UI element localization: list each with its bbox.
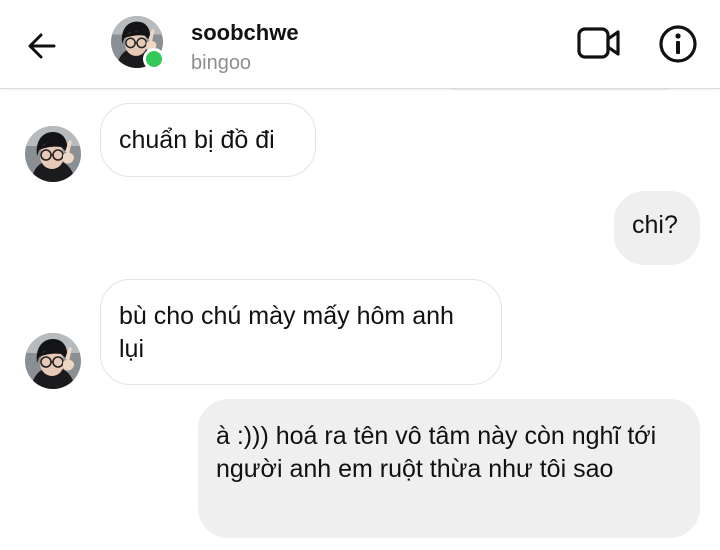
message-text: chi? <box>632 211 678 239</box>
message-text: chuẩn bị đồ đi <box>119 126 275 154</box>
online-status-dot <box>143 48 165 70</box>
arrow-left-icon <box>28 33 56 59</box>
back-button[interactable] <box>22 26 62 66</box>
video-call-button[interactable] <box>576 24 622 62</box>
outgoing-message-bubble[interactable]: à :))) hoá ra tên vô tâm này còn nghĩ tớ… <box>198 399 700 538</box>
contact-avatar[interactable] <box>111 16 165 70</box>
chat-header: soobchwe bingoo <box>0 0 720 89</box>
contact-username[interactable]: soobchwe <box>191 20 299 46</box>
message-text: à :))) hoá ra tên vô tâm này còn nghĩ tớ… <box>216 422 657 483</box>
chat-screen: soobchwe bingoo chuẩn bị đồ đi chi? bù c… <box>0 0 720 550</box>
incoming-message-bubble[interactable]: bù cho chú mày mấy hôm anh lụi <box>100 279 502 385</box>
video-camera-icon <box>577 27 620 59</box>
incoming-message-bubble[interactable]: chuẩn bị đồ đi <box>100 103 316 177</box>
outgoing-message-bubble[interactable]: chi? <box>614 191 700 265</box>
info-button[interactable] <box>656 22 700 66</box>
contact-subname: bingoo <box>191 52 252 74</box>
info-icon <box>659 25 697 63</box>
sender-avatar[interactable] <box>25 126 81 182</box>
message-text: bù cho chú mày mấy hôm anh lụi <box>119 302 454 363</box>
sender-avatar[interactable] <box>25 333 81 389</box>
